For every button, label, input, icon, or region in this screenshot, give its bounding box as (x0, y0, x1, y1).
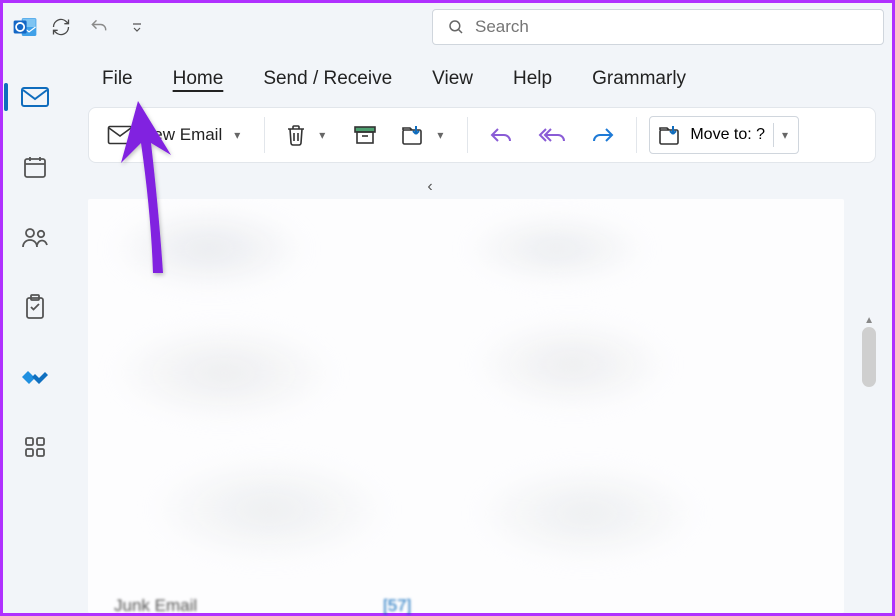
rail-calendar[interactable] (11, 149, 59, 185)
chevron-down-icon[interactable]: ▾ (773, 123, 792, 147)
folder-peek-label: Junk Email (114, 596, 197, 616)
tab-view[interactable]: View (432, 68, 473, 90)
new-email-label: New Email (141, 125, 222, 145)
new-email-button[interactable]: New Email ▾ (99, 115, 252, 155)
rail-mail[interactable] (11, 79, 59, 115)
archive-icon (353, 125, 377, 145)
scrollbar-thumb[interactable] (862, 327, 876, 387)
delete-button[interactable]: ▾ (277, 115, 337, 155)
move-folder-icon (401, 124, 425, 146)
separator (636, 117, 637, 153)
move-folder-icon (658, 124, 682, 146)
move-to-dropdown[interactable]: Move to: ? ▾ (649, 116, 799, 154)
separator (467, 117, 468, 153)
blurred-content (88, 199, 844, 613)
rail-tasks[interactable] (11, 289, 59, 325)
scroll-up-icon[interactable]: ▲ (864, 315, 874, 326)
folder-peek-count: [57] (383, 596, 411, 616)
rail-people[interactable] (11, 219, 59, 255)
tab-home[interactable]: Home (173, 68, 224, 90)
archive-button[interactable] (345, 115, 385, 155)
separator (264, 117, 265, 153)
tab-send-receive[interactable]: Send / Receive (263, 68, 392, 90)
tab-file[interactable]: File (102, 68, 133, 90)
ribbon-tabs: File Home Send / Receive View Help Gramm… (66, 51, 892, 107)
undo-button[interactable] (83, 11, 115, 43)
nav-rail (3, 51, 66, 613)
search-box[interactable] (432, 9, 884, 45)
collapse-pane-button[interactable]: ‹ (418, 175, 442, 199)
tab-grammarly[interactable]: Grammarly (592, 68, 686, 90)
content-area: ‹ ▲ (88, 177, 892, 613)
outlook-logo-icon (11, 13, 39, 41)
rail-todo[interactable] (11, 359, 59, 395)
qat-dropdown[interactable] (121, 11, 153, 43)
chevron-down-icon[interactable]: ▾ (315, 128, 329, 142)
reply-icon (488, 124, 514, 146)
tab-help[interactable]: Help (513, 68, 552, 90)
chevron-down-icon[interactable]: ▾ (433, 128, 447, 142)
forward-icon (590, 124, 616, 146)
titlebar (3, 3, 892, 51)
envelope-icon (107, 125, 133, 145)
search-input[interactable] (475, 17, 869, 37)
rail-apps[interactable] (11, 429, 59, 465)
reply-all-button[interactable] (530, 115, 574, 155)
reply-all-icon (538, 124, 566, 146)
search-icon (447, 18, 465, 36)
forward-button[interactable] (582, 115, 624, 155)
trash-icon (285, 123, 307, 147)
move-button[interactable]: ▾ (393, 115, 455, 155)
chevron-down-icon[interactable]: ▾ (230, 128, 244, 142)
refresh-button[interactable] (45, 11, 77, 43)
move-to-label: Move to: ? (690, 126, 765, 144)
reply-button[interactable] (480, 115, 522, 155)
ribbon: New Email ▾ ▾ (88, 107, 876, 163)
